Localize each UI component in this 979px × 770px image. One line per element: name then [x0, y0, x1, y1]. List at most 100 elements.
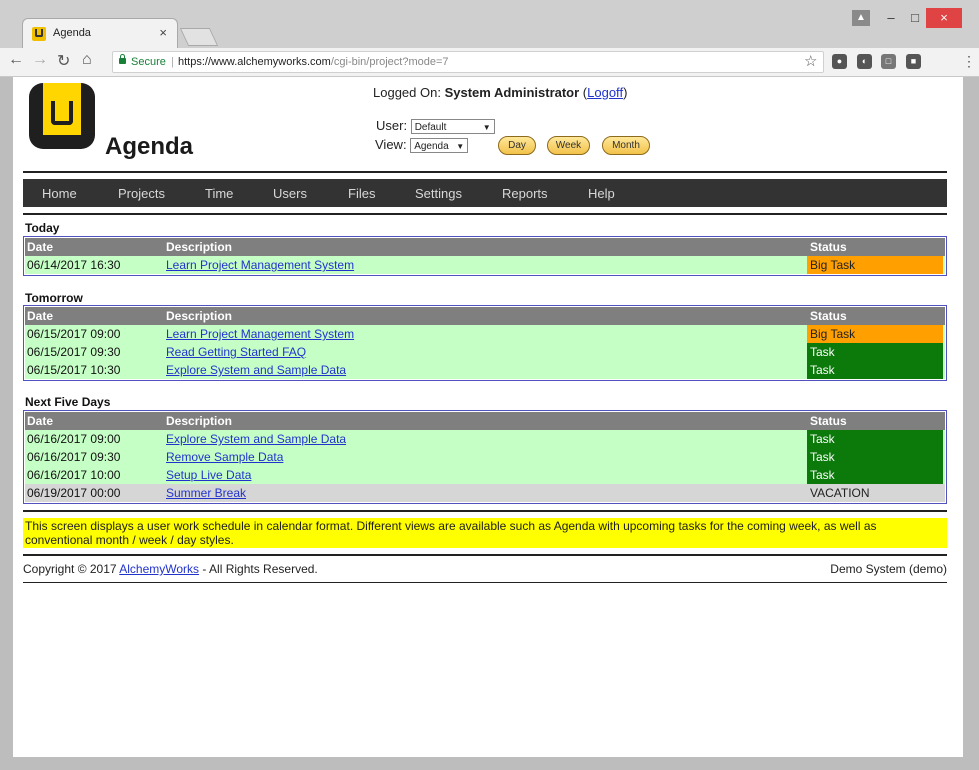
section-title-tomorrow: Tomorrow [25, 291, 83, 305]
agenda-favicon-icon [32, 27, 46, 41]
nav-reports[interactable]: Reports [502, 186, 548, 201]
close-window-button[interactable]: × [926, 8, 962, 28]
col-status-header: Status [810, 240, 847, 254]
browser-tab[interactable]: Agenda × [22, 18, 178, 48]
week-view-button[interactable]: Week [547, 136, 590, 155]
table-row: 06/15/2017 10:30 Explore System and Samp… [25, 361, 945, 379]
user-select-row: User: Default ▼ [376, 118, 495, 135]
nav-time[interactable]: Time [205, 186, 233, 201]
address-bar[interactable]: Secure | https://www.alchemyworks.com/cg… [112, 51, 824, 73]
row-description-link[interactable]: Learn Project Management System [166, 325, 354, 343]
user-select-value: Default [414, 122, 447, 134]
row-description-link[interactable]: Explore System and Sample Data [166, 361, 346, 379]
alchemyworks-logo [29, 83, 95, 149]
row-date: 06/19/2017 00:00 [27, 486, 121, 500]
lock-icon [119, 54, 126, 64]
row-date: 06/14/2017 16:30 [27, 258, 121, 272]
extension-icon-2[interactable]: ◐ [857, 54, 872, 69]
nav-divider [23, 213, 947, 215]
footer-divider [23, 582, 947, 583]
bookmark-star-icon[interactable]: ☆ [804, 52, 817, 70]
view-select[interactable]: Agenda ▼ [410, 138, 469, 154]
footer: Copyright © 2017 AlchemyWorks - All Righ… [23, 562, 947, 576]
home-icon[interactable]: ⌂ [82, 51, 92, 69]
browser-window: Agenda × ▲ – □ × ← → ↻ ⌂ Secure | https:… [0, 0, 979, 770]
row-date: 06/15/2017 09:30 [27, 345, 121, 359]
table-row: 06/15/2017 09:00 Learn Project Managemen… [25, 325, 945, 343]
view-select-value: Agenda [414, 141, 449, 153]
extension-icon-1[interactable]: ● [832, 54, 847, 69]
reload-icon[interactable]: ↻ [57, 51, 70, 71]
col-status-header: Status [810, 414, 847, 428]
row-date: 06/15/2017 10:30 [27, 363, 121, 377]
nav-home[interactable]: Home [42, 186, 77, 201]
logged-on-label: Logged On: [373, 85, 441, 100]
table-row: 06/16/2017 09:00 Explore System and Samp… [25, 430, 945, 448]
row-description-link[interactable]: Explore System and Sample Data [166, 430, 346, 448]
table-row: 06/16/2017 09:30 Remove Sample Data Task [25, 448, 945, 466]
nav-help[interactable]: Help [588, 186, 615, 201]
tab-close-icon[interactable]: × [159, 25, 167, 40]
chevron-down-icon: ▼ [482, 123, 491, 133]
logged-on-line: Logged On: System Administrator (Logoff) [373, 85, 628, 100]
url-path: /cgi-bin/project?mode=7 [330, 56, 449, 68]
table-header: Date Description Status [25, 412, 945, 430]
nav-users[interactable]: Users [273, 186, 307, 201]
today-table: Date Description Status 06/14/2017 16:30… [23, 236, 947, 276]
status-badge: Task [807, 448, 943, 466]
row-description-link[interactable]: Setup Live Data [166, 466, 251, 484]
back-arrow-icon[interactable]: ← [8, 51, 24, 69]
extension-icon-3[interactable]: □ [881, 54, 896, 69]
nav-settings[interactable]: Settings [415, 186, 462, 201]
col-description-header: Description [166, 309, 233, 323]
day-view-button[interactable]: Day [498, 136, 536, 155]
page-title: Agenda [105, 133, 194, 160]
row-description-link[interactable]: Summer Break [166, 484, 246, 502]
tomorrow-table: Date Description Status 06/15/2017 09:00… [23, 305, 947, 381]
main-nav: Home Projects Time Users Files Settings … [23, 179, 947, 207]
status-badge: Big Task [807, 256, 943, 274]
col-date-header: Date [27, 414, 54, 428]
company-link[interactable]: AlchemyWorks [119, 562, 199, 576]
forward-arrow-icon[interactable]: → [32, 51, 48, 69]
nav-files[interactable]: Files [348, 186, 375, 201]
row-date: 06/16/2017 09:30 [27, 450, 121, 464]
col-description-header: Description [166, 240, 233, 254]
logoff-link[interactable]: Logoff [587, 85, 623, 100]
next-five-days-table: Date Description Status 06/16/2017 09:00… [23, 410, 947, 504]
copyright-suffix: - All Rights Reserved. [202, 562, 318, 576]
table-row: 06/16/2017 10:00 Setup Live Data Task [25, 466, 945, 484]
system-label: Demo System (demo) [830, 562, 947, 576]
maximize-button[interactable]: □ [904, 8, 926, 28]
table-header: Date Description Status [25, 307, 945, 325]
row-date: 06/16/2017 10:00 [27, 468, 121, 482]
user-label: User: [376, 118, 408, 133]
menu-kebab-icon[interactable]: ⋮ [962, 53, 976, 70]
profile-icon[interactable]: ▲ [852, 10, 870, 26]
col-status-header: Status [810, 309, 847, 323]
month-view-button[interactable]: Month [602, 136, 650, 155]
extension-icon-4[interactable]: ■ [906, 54, 921, 69]
col-date-header: Date [27, 240, 54, 254]
row-description-link[interactable]: Read Getting Started FAQ [166, 343, 306, 361]
minimize-button[interactable]: – [880, 8, 902, 28]
view-label: View: [375, 137, 407, 152]
url-host: https://www.alchemyworks.com [178, 56, 331, 68]
title-bar: Agenda × ▲ – □ × [0, 0, 979, 48]
row-date: 06/15/2017 09:00 [27, 327, 121, 341]
copyright-prefix: Copyright © 2017 [23, 562, 117, 576]
row-description-link[interactable]: Remove Sample Data [166, 448, 283, 466]
address-separator: | [171, 56, 174, 68]
new-tab-button[interactable] [179, 28, 219, 46]
status-badge: Task [807, 361, 943, 379]
nav-projects[interactable]: Projects [118, 186, 165, 201]
logo-inner [51, 101, 73, 125]
row-description-link[interactable]: Learn Project Management System [166, 256, 354, 274]
header-divider [23, 171, 947, 173]
section-title-today: Today [25, 221, 60, 235]
tab-title: Agenda [53, 27, 91, 39]
page-content: Agenda Logged On: System Administrator (… [13, 77, 963, 757]
user-select[interactable]: Default ▼ [410, 119, 495, 135]
col-date-header: Date [27, 309, 54, 323]
content-divider [23, 510, 947, 512]
